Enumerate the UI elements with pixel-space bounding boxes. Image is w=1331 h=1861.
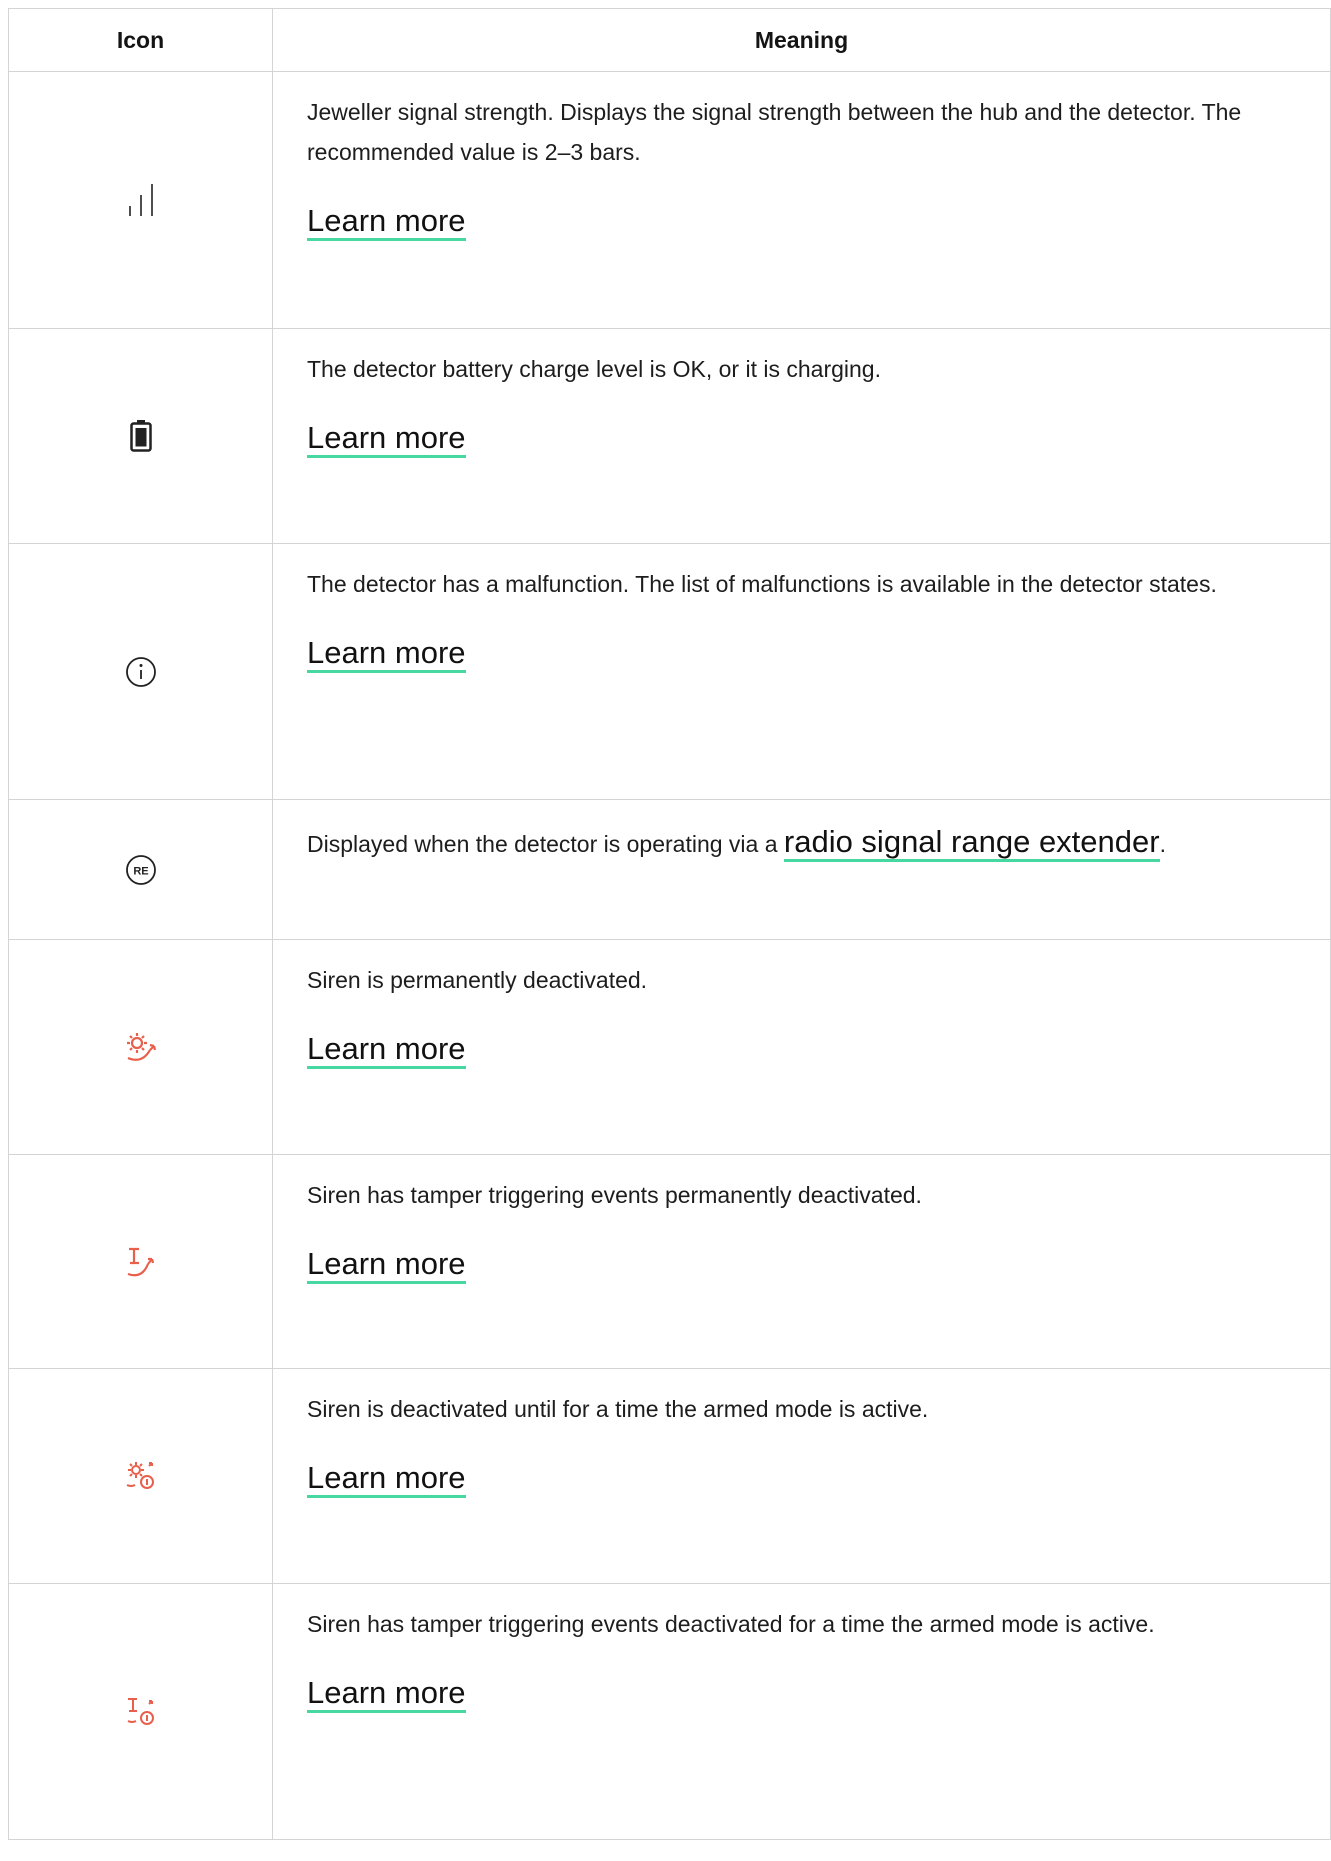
row-description: Jeweller signal strength. Displays the s… bbox=[307, 99, 1242, 165]
icon-cell bbox=[8, 1154, 273, 1369]
learn-more-link[interactable]: Learn more bbox=[307, 1675, 466, 1713]
siren-off-icon bbox=[126, 1033, 156, 1061]
table-row: Siren is deactivated until for a time th… bbox=[8, 1368, 1331, 1584]
meaning-cell: Siren has tamper triggering events deact… bbox=[272, 1583, 1331, 1840]
icon-cell: RE bbox=[8, 799, 273, 940]
table-row: The detector has a malfunction. The list… bbox=[8, 543, 1331, 800]
battery-icon bbox=[129, 420, 152, 452]
meaning-cell: Siren is deactivated until for a time th… bbox=[272, 1368, 1331, 1584]
table-row: Siren has tamper triggering events deact… bbox=[8, 1583, 1331, 1840]
row-description: Siren has tamper triggering events deact… bbox=[307, 1611, 1155, 1637]
icon-cell bbox=[8, 1368, 273, 1584]
row-description: Siren is permanently deactivated. bbox=[307, 967, 648, 993]
learn-more-link[interactable]: Learn more bbox=[307, 1031, 466, 1069]
tamper-siren-off-timed-icon bbox=[127, 1697, 154, 1725]
meaning-cell: Siren is permanently deactivated. Learn … bbox=[272, 939, 1331, 1155]
icon-cell bbox=[8, 328, 273, 544]
learn-more-link[interactable]: Learn more bbox=[307, 1246, 466, 1284]
meaning-column-header: Meaning bbox=[272, 8, 1331, 72]
signal-strength-icon bbox=[128, 184, 153, 216]
icon-cell bbox=[8, 543, 273, 800]
table-header-row: Icon Meaning bbox=[8, 8, 1331, 72]
row-description: The detector battery charge level is OK,… bbox=[307, 356, 881, 382]
table-row: Jeweller signal strength. Displays the s… bbox=[8, 71, 1331, 329]
table-row: The detector battery charge level is OK,… bbox=[8, 328, 1331, 544]
range-extender-link[interactable]: radio signal range extender bbox=[783, 824, 1160, 862]
tamper-siren-off-icon bbox=[127, 1247, 154, 1276]
meaning-cell: Siren has tamper triggering events perma… bbox=[272, 1154, 1331, 1369]
range-extender-icon: RE bbox=[125, 854, 156, 885]
meaning-cell: The detector battery charge level is OK,… bbox=[272, 328, 1331, 544]
learn-more-link[interactable]: Learn more bbox=[307, 420, 466, 458]
row-description: Siren is deactivated until for a time th… bbox=[307, 1396, 929, 1422]
meaning-cell: Jeweller signal strength. Displays the s… bbox=[272, 71, 1331, 329]
row-description: Siren has tamper triggering events perma… bbox=[307, 1182, 922, 1208]
icons-table: Icon Meaning Jeweller signal strength. D… bbox=[8, 8, 1331, 1840]
learn-more-link[interactable]: Learn more bbox=[307, 635, 466, 673]
icon-cell bbox=[8, 71, 273, 329]
learn-more-link[interactable]: Learn more bbox=[307, 1460, 466, 1498]
svg-text:RE: RE bbox=[133, 865, 148, 877]
siren-off-timed-icon bbox=[126, 1462, 154, 1489]
meaning-cell: The detector has a malfunction. The list… bbox=[272, 543, 1331, 800]
meaning-cell: Displayed when the detector is operating… bbox=[272, 799, 1331, 940]
learn-more-link[interactable]: Learn more bbox=[307, 203, 466, 241]
info-icon bbox=[125, 656, 156, 687]
icon-cell bbox=[8, 939, 273, 1155]
row-description: Displayed when the detector is operating… bbox=[307, 822, 1310, 864]
icon-cell bbox=[8, 1583, 273, 1840]
table-row: Siren has tamper triggering events perma… bbox=[8, 1154, 1331, 1369]
table-row: Siren is permanently deactivated. Learn … bbox=[8, 939, 1331, 1155]
icon-column-header: Icon bbox=[8, 8, 273, 72]
table-row: RE Displayed when the detector is operat… bbox=[8, 799, 1331, 940]
row-description: The detector has a malfunction. The list… bbox=[307, 571, 1217, 597]
